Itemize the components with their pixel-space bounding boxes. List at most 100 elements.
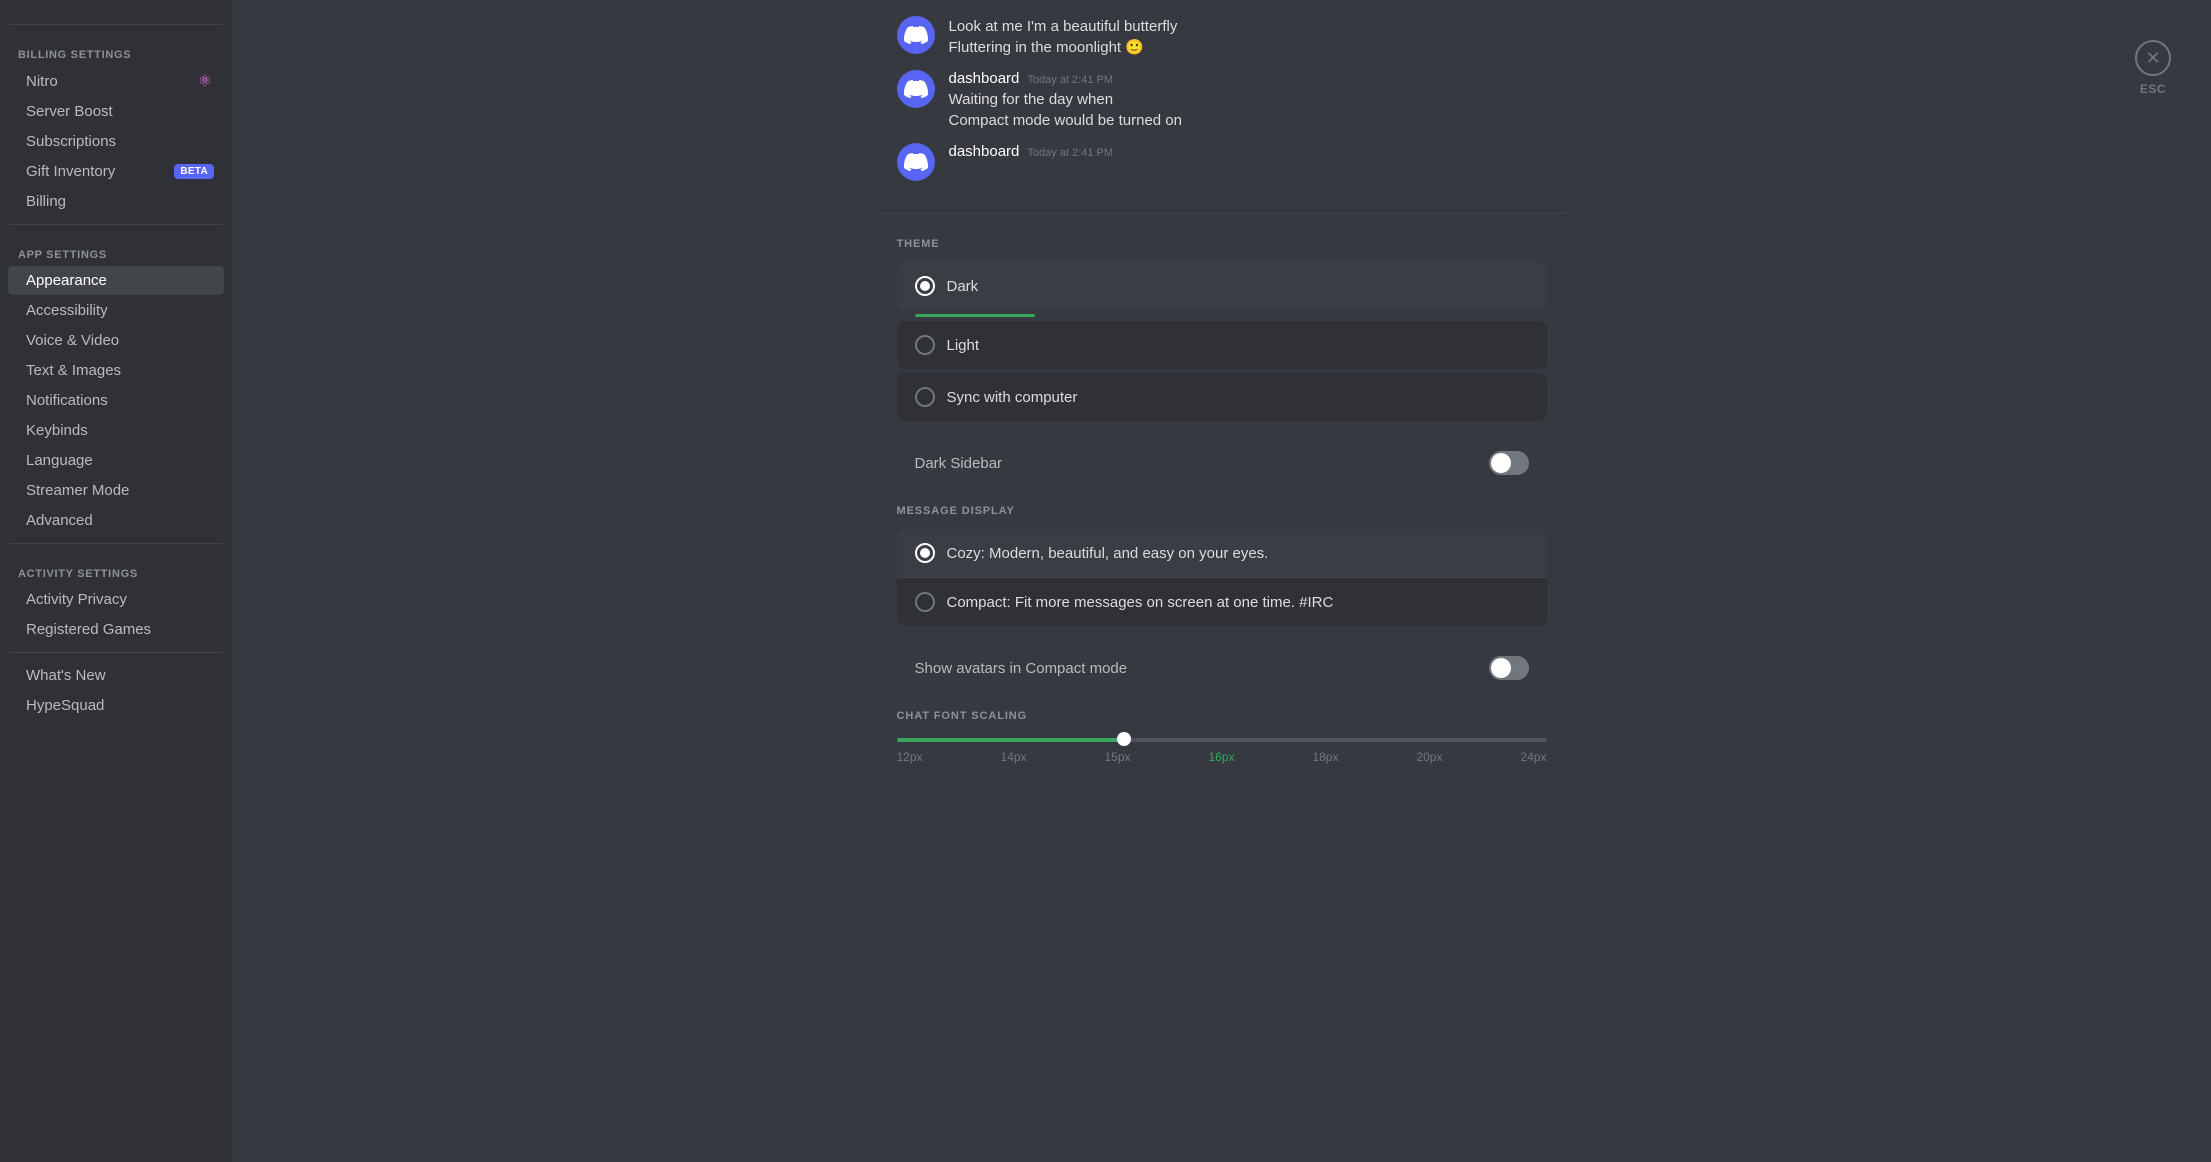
sidebar-item-keybinds[interactable]: Keybinds: [8, 416, 224, 445]
billing-section-label: BILLING SETTINGS: [0, 33, 232, 65]
avatar-1: [897, 16, 935, 54]
esc-container[interactable]: ✕ ESC: [2135, 40, 2171, 96]
sidebar-item-notifications[interactable]: Notifications: [8, 386, 224, 415]
compact-radio[interactable]: [915, 592, 935, 612]
avatar-3: [897, 143, 935, 181]
font-size-slider-track[interactable]: [897, 738, 1547, 742]
dark-sidebar-toggle[interactable]: [1489, 451, 1529, 475]
theme-light-group: Light: [897, 321, 1547, 369]
message-body-2: dashboard Today at 2:41 PM Waiting for t…: [949, 70, 1547, 131]
message-option-cozy[interactable]: Cozy: Modern, beautiful, and easy on you…: [897, 529, 1547, 578]
sidebar-item-server-boost[interactable]: Server Boost: [8, 97, 224, 126]
cozy-label: Cozy: Modern, beautiful, and easy on you…: [947, 545, 1269, 562]
cozy-radio[interactable]: [915, 543, 935, 563]
theme-sync-radio[interactable]: [915, 387, 935, 407]
font-size-slider-fill: [897, 738, 1125, 742]
message-header-2: dashboard Today at 2:41 PM: [949, 70, 1547, 87]
text-images-label: Text & Images: [26, 362, 121, 379]
chat-message-3: dashboard Today at 2:41 PM: [897, 143, 1547, 181]
sidebar-item-advanced[interactable]: Advanced: [8, 506, 224, 535]
discord-avatar-icon-2: [904, 77, 928, 101]
dark-sidebar-toggle-knob: [1491, 453, 1511, 473]
settings-body: Look at me I'm a beautiful butterfly Flu…: [232, 0, 2211, 1162]
sidebar-divider-activity: [10, 543, 222, 544]
message-time-2: Today at 2:41 PM: [1027, 74, 1113, 86]
message-header-3: dashboard Today at 2:41 PM: [949, 143, 1547, 160]
sidebar-item-appearance[interactable]: Appearance: [8, 266, 224, 295]
show-avatars-knob: [1491, 658, 1511, 678]
theme-option-sync[interactable]: Sync with computer: [897, 373, 1547, 421]
message-text-2a: Waiting for the day when: [949, 89, 1547, 110]
theme-dark-label: Dark: [947, 278, 979, 295]
theme-selected-indicator: [915, 314, 1035, 317]
subscriptions-label: Subscriptions: [26, 133, 116, 150]
language-label: Language: [26, 452, 93, 469]
message-text-2b: Compact mode would be turned on: [949, 110, 1547, 131]
font-scaling-section: CHAT FONT SCALING 12px 14px 15px 16px 18…: [897, 710, 1547, 764]
sidebar-item-hypesquad[interactable]: HypeSquad: [8, 691, 224, 720]
message-display-title: MESSAGE DISPLAY: [897, 505, 1547, 517]
sidebar-item-billing[interactable]: Billing: [8, 187, 224, 216]
sidebar-item-nitro[interactable]: Nitro ⚛: [8, 66, 224, 96]
theme-option-dark[interactable]: Dark: [897, 262, 1547, 310]
sidebar-item-streamer-mode[interactable]: Streamer Mode: [8, 476, 224, 505]
sidebar-divider-app: [10, 224, 222, 225]
activity-privacy-label: Activity Privacy: [26, 591, 127, 608]
voice-video-label: Voice & Video: [26, 332, 119, 349]
font-size-24px: 24px: [1520, 750, 1546, 764]
sidebar-item-subscriptions[interactable]: Subscriptions: [8, 127, 224, 156]
compact-label: Compact: Fit more messages on screen at …: [947, 594, 1334, 611]
theme-dark-radio[interactable]: [915, 276, 935, 296]
sidebar-item-language[interactable]: Language: [8, 446, 224, 475]
message-text-1b: Fluttering in the moonlight 🙂: [949, 37, 1547, 58]
message-time-3: Today at 2:41 PM: [1027, 147, 1113, 159]
theme-radio-group: Dark: [897, 262, 1547, 310]
font-size-14px: 14px: [1000, 750, 1026, 764]
dark-sidebar-label: Dark Sidebar: [915, 455, 1003, 472]
theme-option-light[interactable]: Light: [897, 321, 1547, 369]
show-avatars-row: Show avatars in Compact mode: [897, 642, 1547, 694]
theme-light-label: Light: [947, 337, 980, 354]
gift-inventory-label: Gift Inventory: [26, 163, 115, 180]
advanced-label: Advanced: [26, 512, 93, 529]
font-size-16px: 16px: [1208, 750, 1234, 764]
theme-sync-label: Sync with computer: [947, 389, 1078, 406]
sidebar-item-voice-video[interactable]: Voice & Video: [8, 326, 224, 355]
message-option-compact[interactable]: Compact: Fit more messages on screen at …: [897, 578, 1547, 626]
appearance-settings-panel: THEME Dark Light Sync with computer: [877, 214, 1567, 788]
appearance-label: Appearance: [26, 272, 107, 289]
font-size-labels: 12px 14px 15px 16px 18px 20px 24px: [897, 750, 1547, 764]
sidebar-item-gift-inventory[interactable]: Gift Inventory BETA: [8, 157, 224, 186]
chat-message-2: dashboard Today at 2:41 PM Waiting for t…: [897, 70, 1547, 131]
close-icon[interactable]: ✕: [2135, 40, 2171, 76]
billing-label: Billing: [26, 193, 66, 210]
theme-light-radio[interactable]: [915, 335, 935, 355]
show-avatars-toggle[interactable]: [1489, 656, 1529, 680]
message-author-2: dashboard: [949, 70, 1020, 87]
dark-sidebar-row: Dark Sidebar: [897, 437, 1547, 489]
sidebar-item-text-images[interactable]: Text & Images: [8, 356, 224, 385]
sidebar-divider-top: [10, 24, 222, 25]
keybinds-label: Keybinds: [26, 422, 88, 439]
nitro-label: Nitro: [26, 73, 58, 90]
sidebar-item-whats-new[interactable]: What's New: [8, 661, 224, 690]
sidebar-divider-misc: [10, 652, 222, 653]
app-section-label: APP SETTINGS: [0, 233, 232, 265]
sidebar-item-registered-games[interactable]: Registered Games: [8, 615, 224, 644]
font-size-20px: 20px: [1416, 750, 1442, 764]
sidebar-item-activity-privacy[interactable]: Activity Privacy: [8, 585, 224, 614]
font-size-slider-thumb[interactable]: [1117, 732, 1131, 746]
show-avatars-label: Show avatars in Compact mode: [915, 660, 1128, 677]
font-size-15px: 15px: [1104, 750, 1130, 764]
message-author-3: dashboard: [949, 143, 1020, 160]
message-body-3: dashboard Today at 2:41 PM: [949, 143, 1547, 181]
registered-games-label: Registered Games: [26, 621, 151, 638]
whats-new-label: What's New: [26, 667, 106, 684]
activity-section-label: ACTIVITY SETTINGS: [0, 552, 232, 584]
discord-avatar-icon-3: [904, 150, 928, 174]
sidebar-item-accessibility[interactable]: Accessibility: [8, 296, 224, 325]
font-scaling-title: CHAT FONT SCALING: [897, 710, 1547, 722]
esc-label: ESC: [2140, 82, 2166, 96]
discord-avatar-icon: [904, 23, 928, 47]
hypesquad-label: HypeSquad: [26, 697, 104, 714]
